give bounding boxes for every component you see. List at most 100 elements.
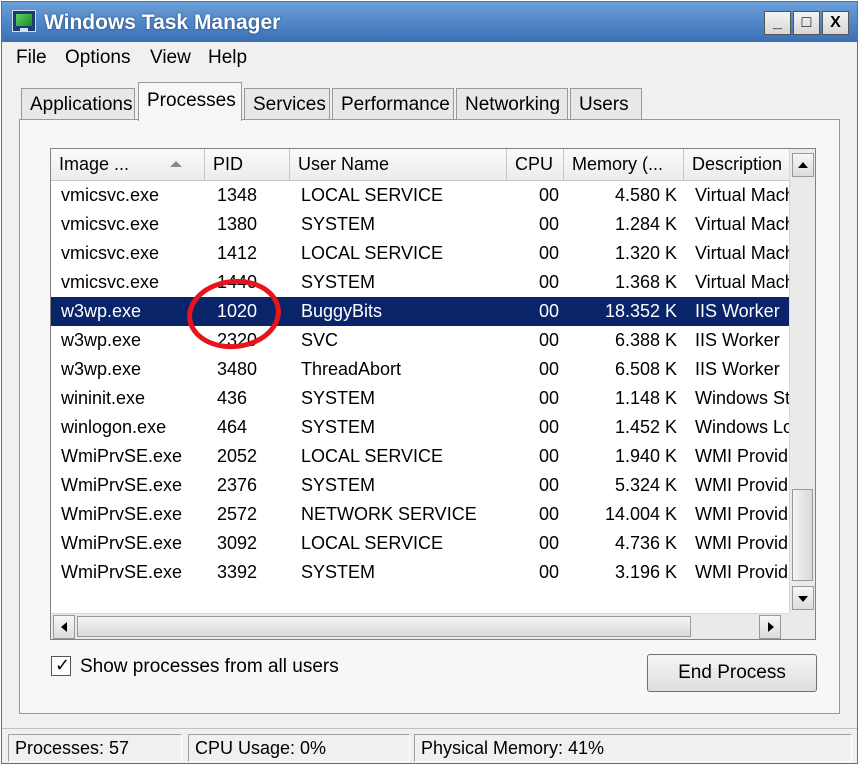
user-name-cell: SYSTEM: [301, 388, 376, 408]
memory-cell: 1.148 K: [614, 388, 677, 408]
pid-cell: 3480: [217, 359, 258, 379]
tab-performance[interactable]: Performance: [332, 88, 454, 120]
description-cell: WMI Provid: [695, 533, 789, 553]
horizontal-scrollbar[interactable]: [51, 613, 789, 639]
image-name-cell: WmiPrvSE.exe: [61, 504, 183, 524]
memory-cell: 1.284 K: [614, 214, 677, 234]
tab-applications[interactable]: Applications: [21, 88, 135, 120]
memory-cell: 6.508 K: [614, 359, 677, 379]
arrow-down-icon: [798, 596, 808, 602]
user-name-cell: SYSTEM: [301, 562, 376, 582]
horizontal-scroll-thumb[interactable]: [77, 616, 691, 637]
user-name-cell: SYSTEM: [301, 214, 376, 234]
table-row[interactable]: WmiPrvSE.exe 3392 SYSTEM 00 3.196 K WMI Provi…: [51, 558, 789, 587]
pid-cell: 1412: [217, 243, 258, 263]
user-name-cell: LOCAL SERVICE: [301, 533, 444, 553]
show-all-users-checkbox[interactable]: ✓: [51, 655, 71, 676]
cpu-cell: 00: [538, 185, 559, 205]
column-cpu[interactable]: CPU: [507, 149, 564, 180]
image-name-cell: WmiPrvSE.exe: [61, 446, 183, 466]
minimize-button[interactable]: _: [764, 11, 791, 35]
process-rows: vmicsvc.exe 1348 LOCAL SERVICE 00 4.580 K Vir…: [51, 181, 789, 613]
table-row[interactable]: WmiPrvSE.exe 2376 SYSTEM 00 5.324 K WMI Provi…: [51, 471, 789, 500]
sort-ascending-icon: [170, 161, 182, 167]
status-processes: Processes: 57: [8, 734, 182, 762]
column-user-name[interactable]: User Name: [290, 149, 507, 180]
user-name-cell: LOCAL SERVICE: [301, 243, 444, 263]
cpu-cell: 00: [538, 562, 559, 582]
table-row[interactable]: vmicsvc.exe 1348 LOCAL SERVICE 00 4.580 K Vir…: [51, 181, 789, 210]
tab-strip: Applications Processes Services Performa…: [2, 82, 857, 121]
table-row[interactable]: vmicsvc.exe 1440 SYSTEM 00 1.368 K Virtual Ma…: [51, 268, 789, 297]
cpu-cell: 00: [538, 388, 559, 408]
pid-cell: 1380: [217, 214, 258, 234]
scroll-up-button[interactable]: [792, 153, 814, 177]
menu-view[interactable]: View: [150, 47, 191, 69]
pid-cell: 436: [217, 388, 248, 408]
tab-services[interactable]: Services: [244, 88, 330, 120]
table-row[interactable]: winlogon.exe 464 SYSTEM 00 1.452 K Windows Lo: [51, 413, 789, 442]
menu-file[interactable]: File: [16, 47, 47, 69]
pid-cell: 3392: [217, 562, 258, 582]
tab-networking[interactable]: Networking: [456, 88, 568, 120]
window-title: Windows Task Manager: [44, 11, 281, 34]
pid-cell: 2052: [217, 446, 258, 466]
menu-bar: File Options View Help: [2, 42, 857, 74]
user-name-cell: ThreadAbort: [301, 359, 402, 379]
description-cell: Virtual Mach: [695, 214, 789, 234]
memory-cell: 18.352 K: [604, 301, 677, 321]
tab-users[interactable]: Users: [570, 88, 642, 120]
pid-cell: 2572: [217, 504, 258, 524]
scroll-left-button[interactable]: [53, 615, 75, 639]
memory-cell: 6.388 K: [614, 330, 677, 350]
arrow-up-icon: [798, 162, 808, 168]
status-physical-memory: Physical Memory: 41%: [414, 734, 852, 762]
user-name-cell: BuggyBits: [301, 301, 383, 321]
table-row[interactable]: WmiPrvSE.exe 2052 LOCAL SERVICE 00 1.940 K WM…: [51, 442, 789, 471]
maximize-button[interactable]: □: [793, 11, 820, 35]
table-row[interactable]: WmiPrvSE.exe 2572 NETWORK SERVICE 00 14.004 …: [51, 500, 789, 529]
cpu-cell: 00: [538, 417, 559, 437]
table-row[interactable]: WmiPrvSE.exe 3092 LOCAL SERVICE 00 4.736 K WM…: [51, 529, 789, 558]
image-name-cell: vmicsvc.exe: [61, 214, 160, 234]
cpu-cell: 00: [538, 243, 559, 263]
vertical-scrollbar[interactable]: [789, 149, 815, 613]
cpu-cell: 00: [538, 330, 559, 350]
image-name-cell: WmiPrvSE.exe: [61, 562, 183, 582]
image-name-cell: vmicsvc.exe: [61, 272, 160, 292]
scroll-down-button[interactable]: [792, 586, 814, 610]
scrollbar-corner: [789, 613, 815, 639]
description-cell: Virtual Mach: [695, 185, 789, 205]
vertical-scroll-thumb[interactable]: [792, 489, 813, 581]
show-all-users-label[interactable]: Show processes from all users: [80, 656, 339, 678]
pid-cell: 1348: [217, 185, 258, 205]
column-description[interactable]: Description: [684, 149, 789, 180]
table-row[interactable]: vmicsvc.exe 1412 LOCAL SERVICE 00 1.320 K Vir…: [51, 239, 789, 268]
user-name-cell: SYSTEM: [301, 475, 376, 495]
menu-help[interactable]: Help: [208, 47, 247, 69]
process-list[interactable]: Image ... PID User Name CPU Memory (... …: [50, 148, 816, 640]
title-bar[interactable]: Windows Task Manager _ □ X: [2, 2, 857, 42]
pid-cell: 2376: [217, 475, 258, 495]
cpu-cell: 00: [538, 446, 559, 466]
table-row[interactable]: w3wp.exe 3480 ThreadAbort 00 6.508 K IIS Work…: [51, 355, 789, 384]
description-cell: IIS Worker: [695, 330, 780, 350]
end-process-button[interactable]: End Process: [647, 654, 817, 692]
user-name-cell: NETWORK SERVICE: [301, 504, 477, 524]
pid-cell: 464: [217, 417, 248, 437]
column-image-label: Image ...: [59, 154, 130, 174]
status-bar: Processes: 57 CPU Usage: 0% Physical Mem…: [2, 728, 857, 764]
table-row[interactable]: w3wp.exe 2320 SVC 00 6.388 K IIS Worker: [51, 326, 789, 355]
close-button[interactable]: X: [822, 11, 849, 35]
column-image-name[interactable]: Image ...: [51, 149, 205, 180]
tab-processes[interactable]: Processes: [138, 82, 242, 121]
cpu-cell: 00: [538, 504, 559, 524]
column-memory[interactable]: Memory (...: [564, 149, 684, 180]
table-row[interactable]: wininit.exe 436 SYSTEM 00 1.148 K Windows St: [51, 384, 789, 413]
table-row[interactable]: w3wp.exe 1020 BuggyBits 00 18.352 K IIS Worke…: [51, 297, 789, 326]
table-row[interactable]: vmicsvc.exe 1380 SYSTEM 00 1.284 K Virtual Ma…: [51, 210, 789, 239]
column-pid[interactable]: PID: [205, 149, 290, 180]
menu-options[interactable]: Options: [65, 47, 130, 69]
scroll-right-button[interactable]: [759, 615, 781, 639]
image-name-cell: wininit.exe: [61, 388, 146, 408]
